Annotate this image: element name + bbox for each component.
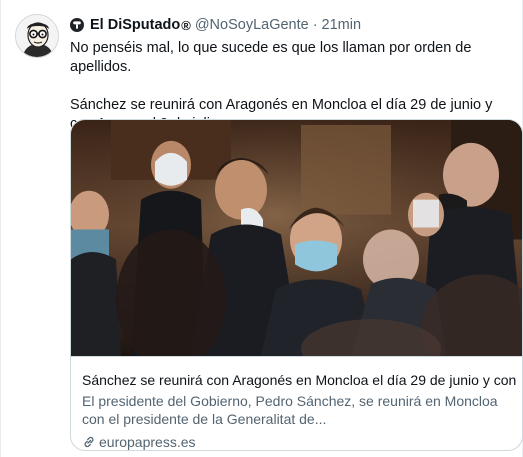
link-preview-card[interactable]: Sánchez se reunirá con Aragonés en Moncl… [70, 119, 523, 451]
card-title[interactable]: Sánchez se reunirá con Aragonés en Moncl… [82, 371, 516, 389]
header-separator: · [312, 17, 318, 33]
tweet-timestamp[interactable]: 21min [322, 17, 362, 33]
registered-mark: ® [181, 17, 191, 33]
avatar[interactable] [15, 14, 59, 58]
author-handle[interactable]: @NoSoyLaGente [195, 17, 309, 33]
news-photo-image[interactable] [71, 120, 523, 357]
card-text: Sánchez se reunirá con Aragonés en Moncl… [82, 371, 516, 450]
author-display-name[interactable]: El DiSputado [90, 17, 180, 33]
card-domain[interactable]: europapress.es [82, 433, 516, 450]
card-description: El presidente del Gobierno, Pedro Sánche… [82, 393, 498, 427]
avatar-cartoon-icon [16, 15, 58, 57]
verified-badge-icon [70, 18, 84, 32]
tweet[interactable]: El DiSputado ® @NoSoyLaGente · 21min No … [0, 0, 523, 457]
link-icon [84, 436, 94, 448]
card-domain-label[interactable]: europapress.es [99, 433, 196, 450]
tweet-header: El DiSputado ® @NoSoyLaGente · 21min [70, 15, 361, 35]
tweet-text-line: No penséis mal, lo que sucede es que los… [70, 40, 472, 75]
